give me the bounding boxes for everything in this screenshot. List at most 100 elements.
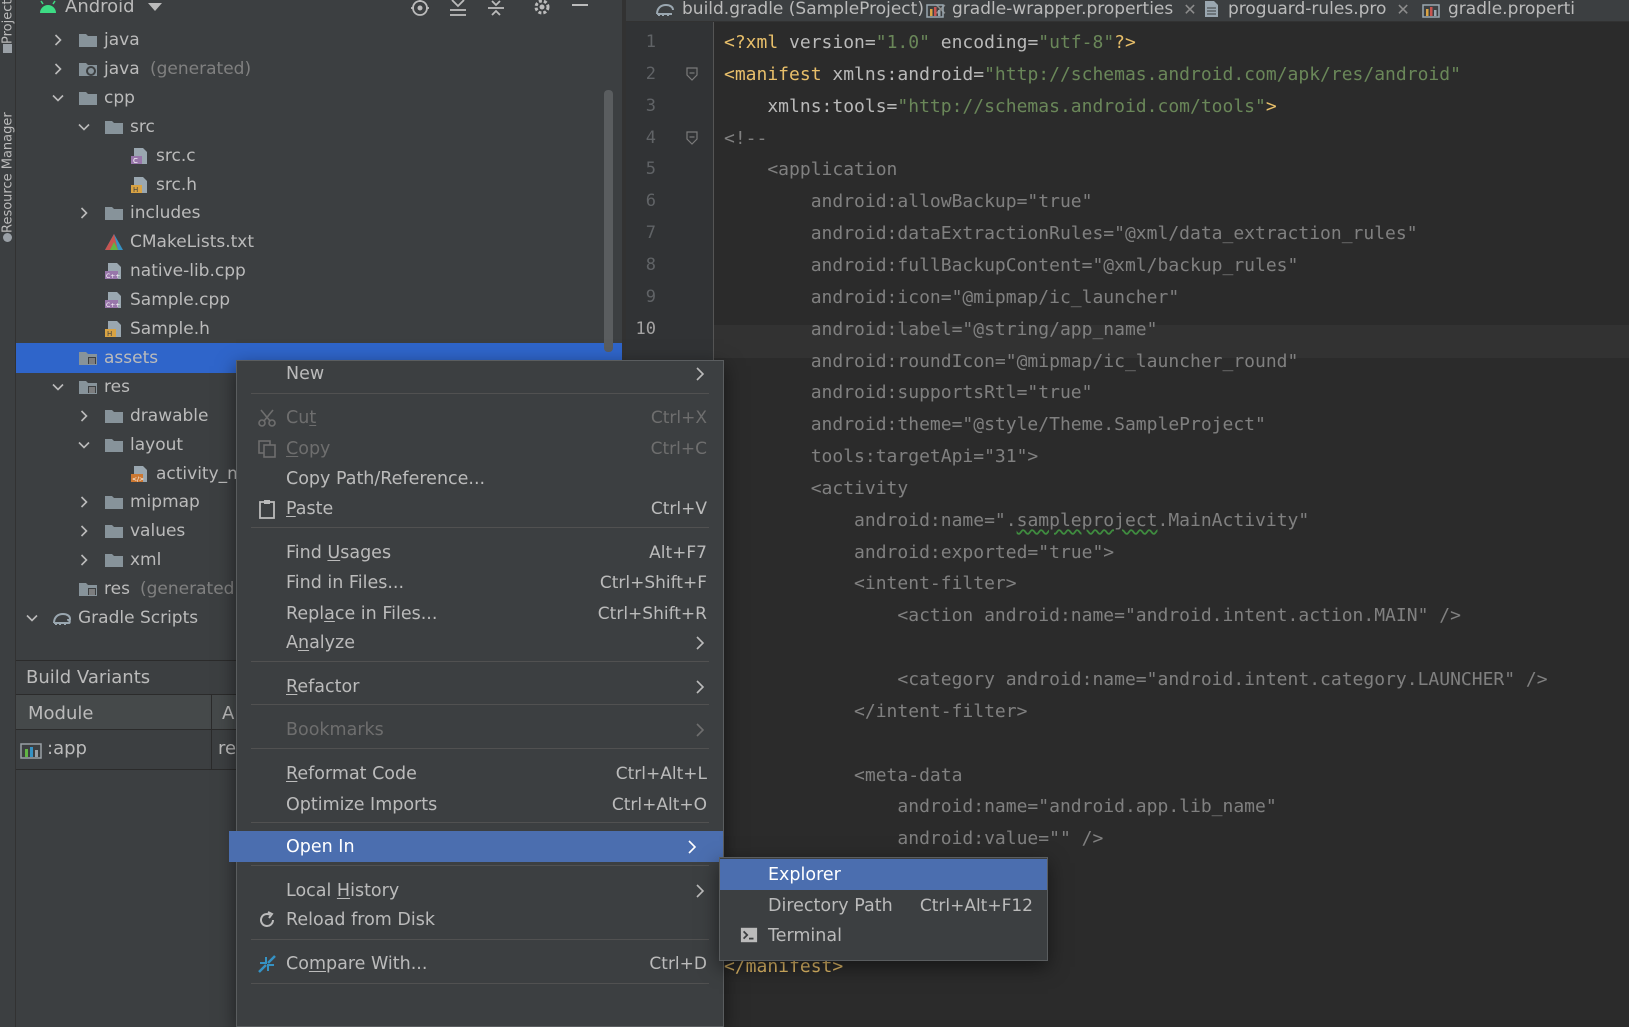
menu-item-refactor[interactable]: Refactor xyxy=(237,671,723,702)
chevron-right-icon[interactable] xyxy=(78,554,90,566)
chevron-down-icon[interactable] xyxy=(78,121,90,133)
menu-item-bookmarks[interactable]: Bookmarks xyxy=(237,714,723,745)
view-selector-chevron-down-icon[interactable] xyxy=(148,3,162,11)
menu-item-paste[interactable]: Paste Ctrl+V xyxy=(237,493,723,524)
code-token: android:name=". xyxy=(724,509,1017,531)
folder-icon xyxy=(104,522,124,540)
menu-item-replace-in-files[interactable]: Replace in Files... Ctrl+Shift+R xyxy=(237,598,723,629)
h-file-icon: H xyxy=(130,176,150,194)
chevron-right-icon[interactable] xyxy=(52,34,64,46)
tree-item-java-generated[interactable]: java (generated) xyxy=(16,54,622,84)
open-in-submenu: Explorer Directory Path Ctrl+Alt+F12 Termin… xyxy=(719,857,1048,961)
code-token: <activity xyxy=(724,477,909,499)
chevron-down-icon[interactable] xyxy=(78,439,90,451)
resource-manager-tool-tab-label: Resource Manager xyxy=(0,112,16,233)
chevron-right-icon[interactable] xyxy=(78,496,90,508)
tree-item-label: CMakeLists.txt xyxy=(130,232,255,253)
project-tool-tab[interactable]: Project xyxy=(0,0,16,64)
code-line: <?xml version= "1.0" encoding= "utf-8" ?> xyxy=(724,26,1136,59)
menu-item-shortcut: Alt+F7 xyxy=(649,542,707,563)
gear-icon[interactable] xyxy=(531,0,553,18)
project-tool-tab-label: Project xyxy=(0,0,16,45)
tree-item-src-h[interactable]: Hsrc.h xyxy=(16,170,622,200)
tree-item-label: src.h xyxy=(156,174,197,195)
code-line: android:label="@string/app_name" xyxy=(724,313,1158,346)
chevron-right-icon[interactable] xyxy=(78,207,90,219)
resource-manager-icon xyxy=(3,232,13,242)
code-token: xmlns:tools= xyxy=(724,95,898,117)
module-name: :app xyxy=(47,738,87,759)
tree-item-includes[interactable]: includes xyxy=(16,198,622,228)
menu-item-copy[interactable]: Copy Ctrl+C xyxy=(237,433,723,464)
submenu-item-explorer[interactable]: Explorer xyxy=(720,859,1047,890)
chevron-down-icon[interactable] xyxy=(26,612,38,624)
project-view-selector[interactable]: Android xyxy=(65,0,135,17)
active-variant[interactable]: re xyxy=(218,738,236,759)
code-line: tools:targetApi="31"> xyxy=(724,440,1039,473)
locate-file-icon[interactable] xyxy=(409,0,431,18)
menu-item-new[interactable]: New xyxy=(237,358,723,389)
line-number: 1 xyxy=(645,32,656,52)
menu-item-open-in[interactable]: Open In xyxy=(229,831,723,862)
editor-tab-build-gradle-sampleproject[interactable]: build.gradle (SampleProject) ✕ xyxy=(656,0,947,21)
expand-all-icon[interactable] xyxy=(447,0,469,18)
close-icon[interactable]: ✕ xyxy=(1183,0,1196,19)
fold-marker-icon[interactable] xyxy=(686,67,698,81)
menu-item-copy-path-reference[interactable]: Copy Path/Reference... xyxy=(237,463,723,494)
close-icon[interactable]: ✕ xyxy=(1396,0,1409,19)
module-column-header[interactable]: Module xyxy=(28,695,93,731)
code-token: "1.0" xyxy=(875,32,930,53)
menu-item-label: Replace in Files... xyxy=(286,603,438,624)
code-token: android:icon="@mipmap/ic_launcher" xyxy=(724,286,1180,308)
menu-item-find-usages[interactable]: Find Usages Alt+F7 xyxy=(237,537,723,568)
code-line: <meta-data xyxy=(724,759,962,792)
chevron-down-icon[interactable] xyxy=(52,381,64,393)
tree-item-label: activity_m xyxy=(156,463,244,484)
menu-item-optimize-imports[interactable]: Optimize Imports Ctrl+Alt+O xyxy=(237,789,723,820)
tree-item-label: assets xyxy=(104,347,159,368)
menu-item-compare-with[interactable]: Compare With... Ctrl+D xyxy=(237,948,723,979)
submenu-item-terminal[interactable]: Terminal xyxy=(720,920,1047,951)
project-tree-scrollbar[interactable] xyxy=(604,90,613,352)
folder-icon xyxy=(78,31,98,49)
menu-item-find-in-files[interactable]: Find in Files... Ctrl+Shift+F xyxy=(237,567,723,598)
tree-item-sample-h[interactable]: H Sample.h xyxy=(16,314,622,344)
menu-item-reload-from-disk[interactable]: Reload from Disk xyxy=(237,904,723,935)
chevron-right-icon[interactable] xyxy=(78,410,90,422)
submenu-item-directory-path[interactable]: Directory Path Ctrl+Alt+F12 xyxy=(720,890,1047,921)
code-token: <category android:name="android.intent.c… xyxy=(724,669,1548,690)
tree-item-native-lib-cpp[interactable]: C++ native-lib.cpp xyxy=(16,256,622,286)
tree-item-cpp[interactable]: cpp xyxy=(16,83,622,113)
code-line: <intent-filter> xyxy=(724,567,1017,600)
chevron-right-icon[interactable] xyxy=(78,525,90,537)
menu-item-shortcut: Ctrl+Shift+F xyxy=(599,572,707,593)
menu-item-shortcut: Ctrl+Shift+R xyxy=(597,603,707,624)
fold-marker-icon[interactable] xyxy=(686,131,698,145)
tree-item-cmakelists-txt[interactable]: CMakeLists.txt xyxy=(16,227,622,257)
chevron-down-icon[interactable] xyxy=(52,92,64,104)
hide-panel-icon[interactable] xyxy=(569,0,591,18)
editor-tab-proguard-rules-pro[interactable]: proguard-rules.pro ✕ xyxy=(1202,0,1410,21)
code-line: android:dataExtractionRules="@xml/data_e… xyxy=(724,217,1418,250)
menu-item-reformat-code[interactable]: Reformat Code Ctrl+Alt+L xyxy=(237,758,723,789)
tree-item-label: drawable xyxy=(130,405,209,426)
tree-item-java[interactable]: java xyxy=(16,25,622,55)
tree-item-sample-cpp[interactable]: C++ Sample.cpp xyxy=(16,285,622,315)
collapse-all-icon[interactable] xyxy=(485,0,507,18)
tree-item-src-c[interactable]: Csrc.c xyxy=(16,141,622,171)
code-token: version= xyxy=(789,32,876,53)
tree-item-label: mipmap xyxy=(130,492,200,513)
menu-item-local-history[interactable]: Local History xyxy=(237,875,723,906)
variant-column-header[interactable]: A xyxy=(222,695,234,731)
editor-tab-gradle-wrapper-properties[interactable]: gradle-wrapper.properties ✕ xyxy=(926,0,1197,21)
menu-separator xyxy=(251,939,709,940)
editor-tab-gradle-properti[interactable]: gradle.properti xyxy=(1422,0,1575,21)
line-number: 5 xyxy=(645,159,656,180)
chevron-right-icon[interactable] xyxy=(52,63,64,75)
code-line: android:value="" /> xyxy=(724,822,1103,855)
resource-manager-tool-tab[interactable]: Resource Manager xyxy=(0,112,16,270)
tree-item-label: cpp xyxy=(104,87,135,108)
menu-item-cut[interactable]: Cut Ctrl+X xyxy=(237,402,723,433)
menu-item-analyze[interactable]: Analyze xyxy=(237,627,723,658)
tree-item-src[interactable]: src xyxy=(16,112,622,142)
